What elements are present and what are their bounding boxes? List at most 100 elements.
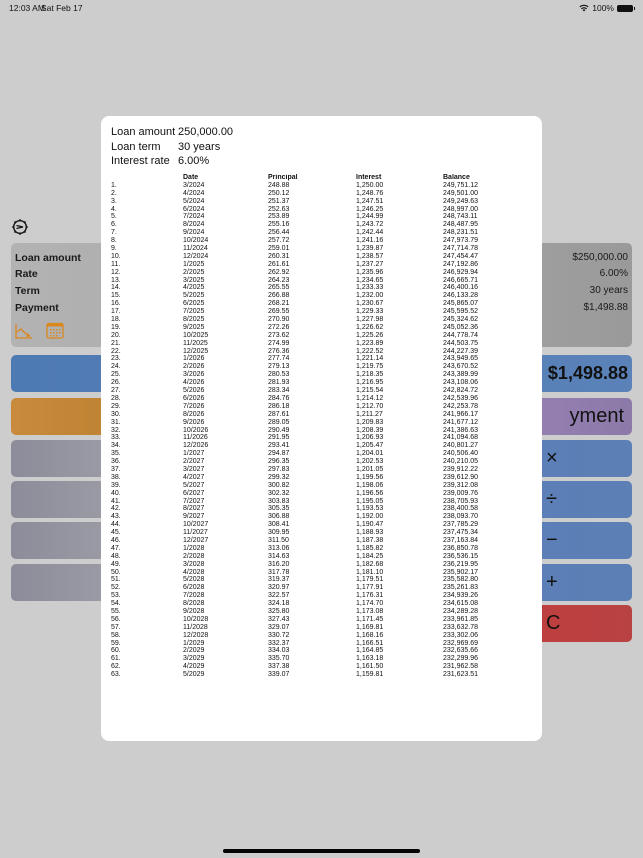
- row-principal: 329.07: [268, 623, 290, 631]
- row-principal: 311.50: [268, 536, 289, 544]
- row-index: 20.: [111, 331, 121, 339]
- table-row: 39. 5/2027 300.82 1,198.06 239,312.08: [111, 482, 542, 490]
- row-date: 8/2024: [183, 221, 205, 229]
- amortization-schedule-modal[interactable]: Loan amount 250,000.00 Loan term 30 year…: [101, 116, 542, 741]
- row-balance: 235,902.17: [443, 568, 479, 576]
- row-index: 12.: [111, 268, 121, 276]
- row-interest: 1,246.25: [356, 205, 384, 213]
- row-interest: 1,221.14: [356, 355, 384, 363]
- row-date: 11/2028: [183, 623, 208, 631]
- row-index: 35.: [111, 450, 121, 458]
- row-balance: 231,962.58: [443, 663, 479, 671]
- row-principal: 325.80: [268, 607, 290, 615]
- chart-down-icon[interactable]: [15, 323, 33, 339]
- table-row: 32. 10/2026 290.49 1,208.39 241,386.63: [111, 427, 542, 435]
- row-date: 11/2026: [183, 434, 208, 442]
- row-date: 3/2029: [183, 655, 205, 663]
- row-balance: 248,997.00: [443, 205, 479, 213]
- row-index: 33.: [111, 434, 121, 442]
- row-interest: 1,159.81: [356, 671, 384, 679]
- row-date: 7/2027: [183, 497, 205, 505]
- row-index: 42.: [111, 505, 121, 513]
- row-principal: 327.43: [268, 615, 290, 623]
- table-row: 38. 4/2027 299.32 1,199.56 239,612.90: [111, 474, 542, 482]
- summary-row-interest-rate: Interest rate 6.00%: [111, 154, 233, 169]
- summary-row-loan-term: Loan term 30 years: [111, 140, 233, 155]
- row-index: 62.: [111, 663, 121, 671]
- row-balance: 246,133.28: [443, 292, 479, 300]
- table-row: 5. 7/2024 253.89 1,244.99 248,743.11: [111, 213, 542, 221]
- table-header: Date Principal Interest Balance: [111, 174, 542, 182]
- row-interest: 1,226.62: [356, 323, 384, 331]
- table-row: 63. 5/2029 339.07 1,159.81 231,623.51: [111, 671, 542, 679]
- table-row: 20. 10/2025 273.62 1,225.26 244,778.74: [111, 332, 542, 340]
- row-date: 1/2028: [183, 544, 205, 552]
- row-interest: 1,181.10: [356, 568, 384, 576]
- row-interest: 1,168.16: [356, 631, 384, 639]
- header-balance: Balance: [443, 174, 470, 181]
- row-principal: 324.18: [268, 600, 290, 608]
- row-principal: 279.13: [268, 363, 290, 371]
- row-principal: 291.95: [268, 434, 290, 442]
- row-index: 16.: [111, 300, 121, 308]
- row-balance: 248,743.11: [443, 213, 478, 221]
- row-balance: 247,192.86: [443, 260, 479, 268]
- row-balance: 247,454.47: [443, 252, 479, 260]
- row-date: 5/2026: [183, 387, 205, 395]
- row-balance: 233,632.78: [443, 623, 479, 631]
- row-interest: 1,225.26: [356, 331, 384, 339]
- row-principal: 314.63: [268, 552, 290, 560]
- row-balance: 241,966.17: [443, 410, 479, 418]
- header-principal: Principal: [268, 174, 298, 181]
- row-principal: 272.26: [268, 323, 290, 331]
- home-indicator[interactable]: [223, 849, 420, 853]
- row-date: 9/2025: [183, 323, 205, 331]
- table-row: 53. 7/2028 322.57 1,176.31 234,939.26: [111, 592, 542, 600]
- row-principal: 303.83: [268, 497, 290, 505]
- row-index: 9.: [111, 245, 117, 253]
- row-principal: 257.72: [268, 237, 290, 245]
- gear-icon[interactable]: [11, 218, 29, 236]
- row-principal: 261.61: [268, 260, 290, 268]
- row-balance: 232,299.96: [443, 655, 479, 663]
- row-principal: 337.38: [268, 663, 290, 671]
- row-date: 11/2025: [183, 339, 208, 347]
- row-index: 23.: [111, 355, 121, 363]
- header-index: [111, 174, 183, 182]
- info-value-payment: $1,498.88: [583, 302, 629, 313]
- row-principal: 270.90: [268, 316, 290, 324]
- row-interest: 1,237.27: [356, 260, 384, 268]
- row-index: 36.: [111, 458, 121, 466]
- row-interest: 1,199.56: [356, 473, 384, 481]
- table-row: 54. 8/2028 324.18 1,174.70 234,615.08: [111, 600, 542, 608]
- row-interest: 1,166.51: [356, 639, 384, 647]
- amortization-table[interactable]: Date Principal Interest Balance 1. 3/2024…: [111, 174, 542, 731]
- row-principal: 255.16: [268, 221, 290, 229]
- summary-label: Loan term: [111, 140, 161, 153]
- row-interest: 1,174.70: [356, 600, 384, 608]
- table-row: 46. 12/2027 311.50 1,187.38 237,163.84: [111, 537, 542, 545]
- row-balance: 241,094.68: [443, 434, 479, 442]
- row-principal: 251.37: [268, 197, 290, 205]
- row-balance: 235,261.83: [443, 584, 479, 592]
- row-interest: 1,238.57: [356, 252, 384, 260]
- row-index: 40.: [111, 489, 121, 497]
- row-index: 37.: [111, 465, 121, 473]
- row-interest: 1,212.70: [356, 402, 384, 410]
- row-balance: 243,389.99: [443, 371, 479, 379]
- row-date: 8/2028: [183, 600, 205, 608]
- row-interest: 1,244.99: [356, 213, 384, 221]
- row-interest: 1,243.72: [356, 221, 384, 229]
- row-interest: 1,234.65: [356, 276, 384, 284]
- row-principal: 306.88: [268, 513, 290, 521]
- row-date: 7/2024: [183, 213, 205, 221]
- row-balance: 249,751.12: [443, 181, 479, 189]
- table-row: 16. 6/2025 268.21 1,230.67 245,865.07: [111, 300, 542, 308]
- row-principal: 284.76: [268, 394, 290, 402]
- row-index: 3.: [111, 197, 117, 205]
- row-index: 38.: [111, 473, 121, 481]
- row-date: 2/2025: [183, 268, 205, 276]
- row-principal: 320.97: [268, 584, 290, 592]
- calendar-icon[interactable]: [46, 322, 64, 339]
- row-principal: 330.72: [268, 631, 290, 639]
